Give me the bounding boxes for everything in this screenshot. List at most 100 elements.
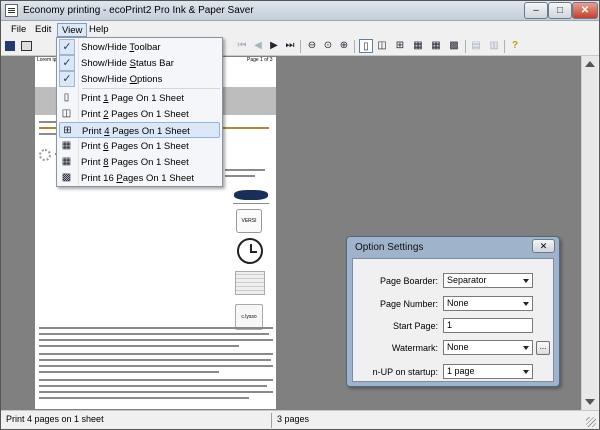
zoom-in-icon[interactable]: ⊕: [337, 39, 351, 53]
menu-item-label: Show/Hide Options: [81, 74, 163, 85]
logo-banner: [234, 190, 268, 200]
scroll-down-icon[interactable]: [585, 399, 595, 405]
dialog-title: Option Settings: [355, 242, 424, 253]
watermark-icon[interactable]: ▥: [487, 39, 501, 53]
four-pages-icon[interactable]: ⊞: [393, 39, 407, 53]
dialog-close-button[interactable]: ✕: [532, 239, 555, 253]
clock-image: [237, 238, 263, 264]
chevron-down-icon: [523, 279, 529, 283]
vertical-scrollbar[interactable]: [581, 56, 598, 410]
close-button[interactable]: ✕: [572, 2, 598, 19]
keyboard-image: [235, 271, 265, 295]
menu-item-label: Show/Hide Status Bar: [81, 58, 174, 69]
one-page-icon[interactable]: ▯: [359, 39, 373, 53]
toolbar-separator: [354, 40, 355, 53]
option-settings-dialog: Option Settings ✕ Page Boarder: Separato…: [346, 236, 560, 387]
menu-item-print-4-pages[interactable]: ⊞ Print 4 Pages On 1 Sheet: [59, 122, 220, 138]
text-line: [39, 359, 271, 361]
menu-item-label: Print 8 Pages On 1 Sheet: [81, 157, 189, 168]
nup-startup-select[interactable]: 1 page: [443, 364, 533, 379]
prev-page-icon[interactable]: ◀: [251, 39, 265, 53]
text-line: [39, 353, 273, 355]
app-icon[interactable]: [5, 4, 18, 17]
app-window: Economy printing - ecoPrint2 Pro Ink & P…: [0, 0, 600, 430]
last-page-icon[interactable]: ⏭: [283, 39, 297, 53]
title-bar[interactable]: Economy printing - ecoPrint2 Pro Ink & P…: [1, 1, 599, 21]
sixteen-pages-icon[interactable]: ▩: [447, 39, 461, 53]
zoom-out-icon[interactable]: ⊖: [305, 39, 319, 53]
decorative-icon: [39, 149, 51, 161]
menu-item-label: Print 16 Pages On 1 Sheet: [81, 173, 195, 184]
text-line: [39, 333, 269, 335]
page-boarder-select[interactable]: Separator: [443, 273, 533, 288]
maximize-button[interactable]: □: [548, 2, 572, 19]
four-pages-icon: ⊞: [63, 125, 72, 136]
page-boarder-label: Page Boarder:: [379, 276, 438, 286]
stamp-image: VERSI: [236, 209, 262, 233]
menu-edit[interactable]: Edit: [31, 23, 55, 37]
menu-item-label: Print 4 Pages On 1 Sheet: [82, 126, 190, 137]
menu-help[interactable]: Help: [85, 23, 113, 37]
zoom-normal-icon[interactable]: ⊙: [321, 39, 335, 53]
eight-pages-icon[interactable]: ▦: [429, 39, 443, 53]
toolbar-separator: [465, 40, 466, 53]
nup-startup-value: 1 page: [447, 366, 475, 376]
two-pages-icon: ◫: [61, 108, 72, 119]
text-line: [225, 175, 255, 177]
status-mode-text: Print 4 pages on 1 sheet: [6, 414, 104, 424]
text-line: [39, 379, 273, 381]
menu-item-print-6-pages[interactable]: ▦ Print 6 Pages On 1 Sheet: [57, 138, 222, 154]
start-page-label: Start Page:: [392, 321, 438, 331]
save-icon[interactable]: [5, 41, 15, 51]
scroll-up-icon[interactable]: [585, 61, 595, 67]
menu-item-toggle-options[interactable]: ✓ Show/Hide Options: [57, 71, 222, 87]
checkmark-icon: ✓: [59, 71, 75, 87]
status-page-count: 3 pages: [277, 414, 310, 424]
sixteen-pages-icon: ▩: [61, 172, 72, 183]
print-icon[interactable]: [21, 41, 32, 51]
page-number-value: None: [447, 298, 469, 308]
status-bar: Print 4 pages on 1 sheet 3 pages: [1, 410, 599, 429]
checkmark-icon: ✓: [59, 55, 75, 71]
menu-item-print-8-pages[interactable]: ▦ Print 8 Pages On 1 Sheet: [57, 154, 222, 170]
menu-item-label: Print 1 Page On 1 Sheet: [81, 93, 185, 104]
text-line: [39, 385, 267, 387]
text-line: [39, 365, 273, 367]
chevron-down-icon: [523, 302, 529, 306]
text-line: [225, 169, 265, 171]
chevron-down-icon: [523, 346, 529, 350]
minimize-button[interactable]: –: [524, 2, 548, 19]
checkmark-icon: ✓: [59, 39, 75, 55]
menu-item-print-2-pages[interactable]: ◫ Print 2 Pages On 1 Sheet: [57, 106, 222, 122]
menu-item-toggle-status-bar[interactable]: ✓ Show/Hide Status Bar: [57, 55, 222, 71]
watermark-select[interactable]: None: [443, 340, 533, 355]
menu-item-print-16-pages[interactable]: ▩ Print 16 Pages On 1 Sheet: [57, 170, 222, 186]
nup-startup-label: n-UP on startup:: [372, 367, 438, 377]
six-pages-icon: ▦: [61, 140, 72, 151]
menu-item-label: Show/Hide Toolbar: [81, 42, 161, 53]
dialog-body: Page Boarder: Separator Page Number: Non…: [352, 258, 554, 382]
next-page-icon[interactable]: ▶: [267, 39, 281, 53]
menu-bar: File Edit View Help: [1, 21, 599, 38]
two-pages-icon[interactable]: ◫: [375, 39, 389, 53]
toolbar-separator: [300, 40, 301, 53]
page-number-label: Page Number:: [379, 299, 438, 309]
view-menu-dropdown: ✓ Show/Hide Toolbar ✓ Show/Hide Status B…: [56, 37, 223, 187]
options-icon[interactable]: ▤: [469, 39, 483, 53]
resize-grip-icon[interactable]: [586, 417, 596, 427]
start-page-input[interactable]: 1: [443, 318, 533, 333]
menu-file[interactable]: File: [7, 23, 30, 37]
watermark-value: None: [447, 342, 469, 352]
first-page-icon[interactable]: ⏮: [235, 39, 249, 53]
text-line: [39, 327, 273, 329]
watermark-browse-button[interactable]: ...: [536, 341, 550, 355]
menu-item-label: Print 6 Pages On 1 Sheet: [81, 141, 189, 152]
page-number-select[interactable]: None: [443, 296, 533, 311]
help-icon[interactable]: ?: [508, 39, 522, 53]
page-label-right: Page 1 of 3: [247, 57, 273, 63]
six-pages-icon[interactable]: ▦: [411, 39, 425, 53]
text-line: [39, 371, 219, 373]
menu-item-print-1-page[interactable]: ▯ Print 1 Page On 1 Sheet: [57, 90, 222, 106]
menu-view[interactable]: View: [57, 23, 88, 37]
menu-item-toggle-toolbar[interactable]: ✓ Show/Hide Toolbar: [57, 39, 222, 55]
